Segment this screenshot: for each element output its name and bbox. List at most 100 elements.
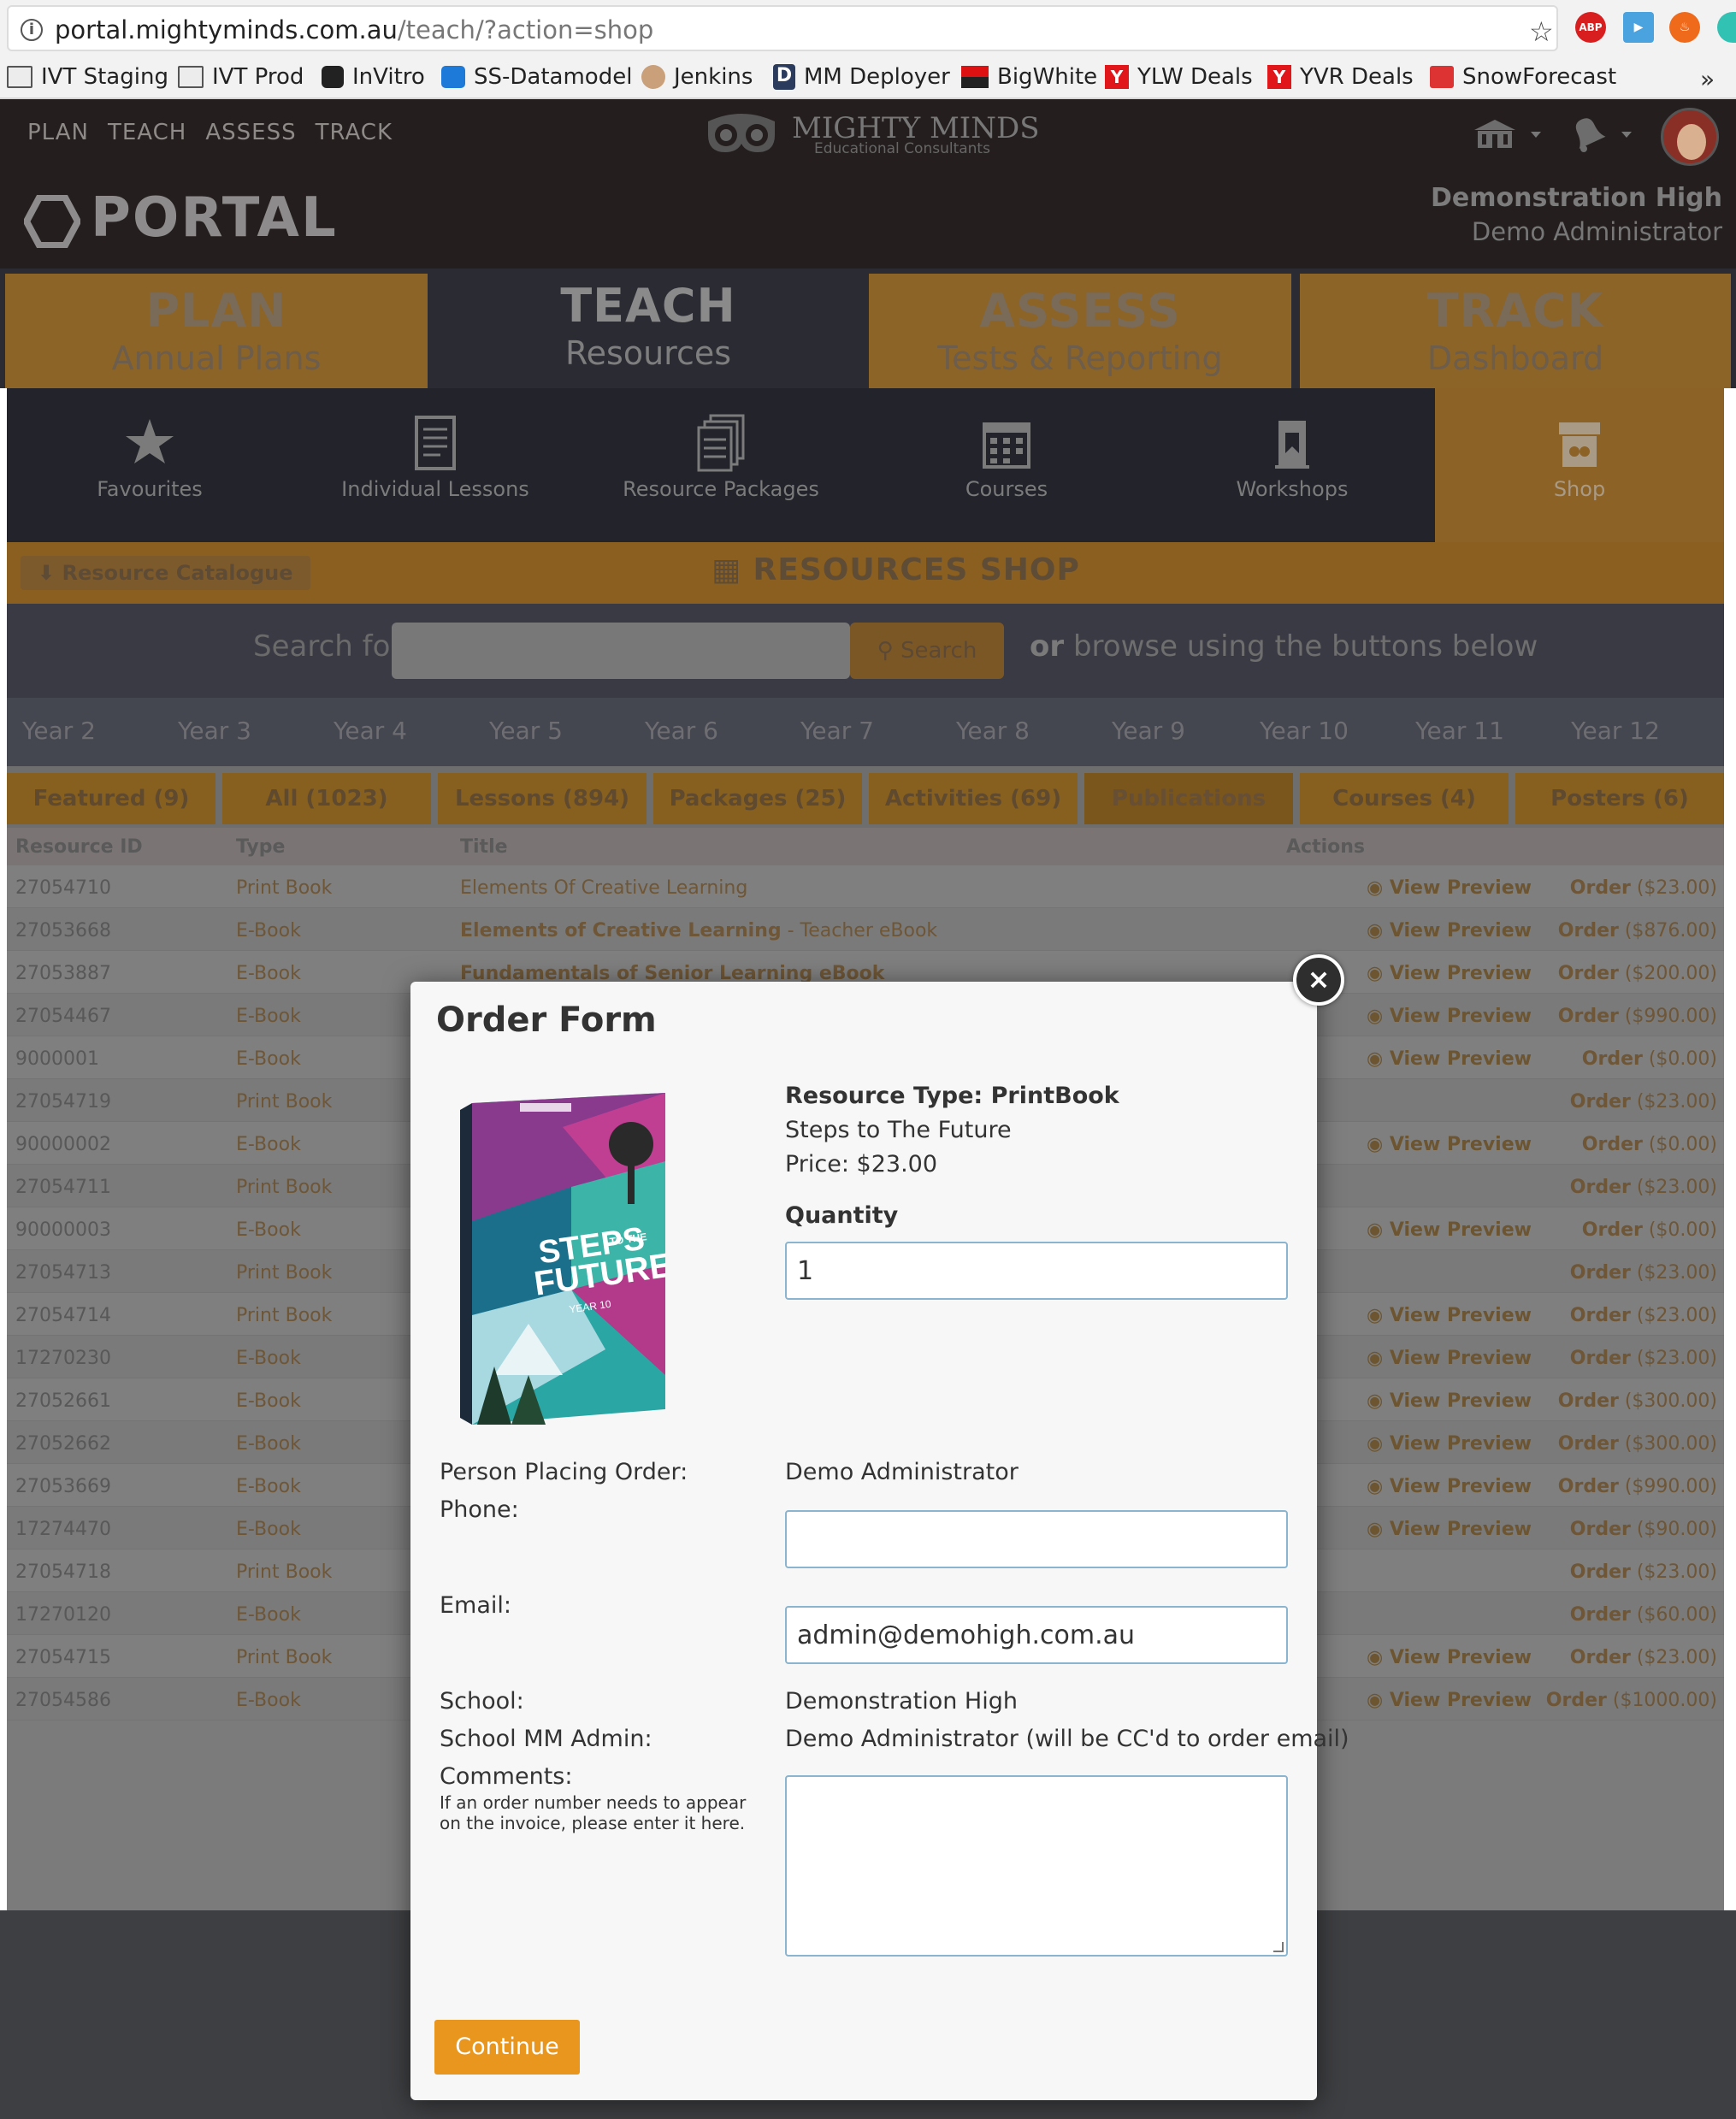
view-preview-link[interactable]: ◉ View Preview [1367,1006,1532,1027]
resize-handle-icon[interactable] [1273,1942,1284,1952]
bookmarks-overflow-button[interactable]: » [1700,65,1715,93]
school-icon[interactable] [1471,116,1519,151]
order-link[interactable]: Order ($300.00) [1558,1390,1717,1412]
year-3-button[interactable]: Year 3 [137,717,292,745]
email-input[interactable] [785,1606,1288,1664]
order-link[interactable]: Order ($23.00) [1570,1091,1717,1113]
view-preview-link[interactable]: ◉ View Preview [1367,1519,1532,1540]
bookmark-jenkins[interactable]: Jenkins [641,62,753,92]
bookmark-mm-deployer[interactable]: D MM Deployer [773,62,950,92]
order-link[interactable]: Order ($90.00) [1570,1519,1717,1540]
adblock-icon[interactable]: ABP [1575,12,1606,43]
bookmark-invitro[interactable]: InVitro [322,62,425,92]
continue-button[interactable]: Continue [434,2020,580,2075]
bookmark-ivt-staging[interactable]: IVT Staging [7,62,168,92]
year-4-button[interactable]: Year 4 [292,717,448,745]
order-link[interactable]: Order ($300.00) [1558,1433,1717,1455]
resource-title-link[interactable]: Elements Of Creative Learning [460,877,747,899]
comments-textarea[interactable] [785,1775,1288,1957]
bookmark-snowforecast[interactable]: SnowForecast [1430,62,1616,92]
url-text[interactable]: portal.mightyminds.com.au/teach/?action=… [55,15,653,44]
bookmark-star-icon[interactable]: ☆ [1529,15,1554,48]
view-preview-link[interactable]: ◉ View Preview [1367,963,1532,984]
view-preview-link[interactable]: ◉ View Preview [1367,1048,1532,1070]
search-button[interactable]: ⚲ Search [850,623,1004,679]
order-link[interactable]: Order ($23.00) [1570,1561,1717,1583]
extension-icon[interactable] [1717,12,1736,43]
view-preview-link[interactable]: ◉ View Preview [1367,1134,1532,1155]
order-link[interactable]: Order ($990.00) [1558,1006,1717,1027]
subnav-resource-packages[interactable]: Resource Packages [578,388,864,542]
address-bar[interactable]: i portal.mightyminds.com.au/teach/?actio… [7,5,1558,51]
tab-assess[interactable]: ASSESS Tests & Reporting [869,269,1291,388]
view-preview-link[interactable]: ◉ View Preview [1367,1390,1532,1412]
year-11-button[interactable]: Year 11 [1382,717,1538,745]
order-link[interactable]: Order ($0.00) [1582,1134,1717,1155]
year-6-button[interactable]: Year 6 [604,717,759,745]
tab-teach[interactable]: TEACH Resources [436,269,860,388]
view-preview-link[interactable]: ◉ View Preview [1367,920,1532,941]
filter-activities[interactable]: Activities (69) [869,773,1078,824]
order-link[interactable]: Order ($200.00) [1558,963,1717,984]
topnav-track[interactable]: TRACK [316,120,393,145]
tab-plan[interactable]: PLAN Annual Plans [5,269,428,388]
view-preview-link[interactable]: ◉ View Preview [1367,1305,1532,1326]
year-12-button[interactable]: Year 12 [1538,717,1693,745]
year-10-button[interactable]: Year 10 [1226,717,1382,745]
tab-track[interactable]: TRACK Dashboard [1300,269,1731,388]
view-preview-link[interactable]: ◉ View Preview [1367,1690,1532,1711]
view-preview-link[interactable]: ◉ View Preview [1367,1219,1532,1241]
view-preview-link[interactable]: ◉ View Preview [1367,1647,1532,1668]
view-preview-link[interactable]: ◉ View Preview [1367,1348,1532,1369]
year-5-button[interactable]: Year 5 [448,717,604,745]
phone-input[interactable] [785,1510,1288,1568]
topnav-assess[interactable]: ASSESS [205,120,296,145]
avatar[interactable] [1661,108,1719,166]
filter-courses[interactable]: Courses (4) [1300,773,1509,824]
order-link[interactable]: Order ($23.00) [1570,1262,1717,1284]
filter-publications[interactable]: Publications (20) [1084,773,1293,863]
bell-icon[interactable] [1565,115,1611,152]
order-link[interactable]: Order ($23.00) [1570,1177,1717,1198]
order-link[interactable]: Order ($23.00) [1570,877,1717,899]
order-link[interactable]: Order ($1000.00) [1546,1690,1717,1711]
view-preview-link[interactable]: ◉ View Preview [1367,1433,1532,1455]
view-preview-link[interactable]: ◉ View Preview [1367,1476,1532,1497]
chevron-down-icon[interactable] [1531,132,1541,138]
order-link[interactable]: Order ($876.00) [1558,920,1717,941]
chevron-down-icon[interactable] [1621,132,1632,138]
filter-featured[interactable]: Featured (9) [7,773,216,824]
cast-extension-icon[interactable]: ▶ [1623,12,1654,43]
year-9-button[interactable]: Year 9 [1071,717,1226,745]
order-link[interactable]: Order ($0.00) [1582,1219,1717,1241]
bookmark-ylw-deals[interactable]: Y YLW Deals [1105,62,1253,92]
order-link[interactable]: Order ($0.00) [1582,1048,1717,1070]
subnav-individual-lessons[interactable]: Individual Lessons [292,388,578,542]
order-link[interactable]: Order ($23.00) [1570,1305,1717,1326]
bookmark-ivt-prod[interactable]: IVT Prod [178,62,304,92]
bookmark-yvr-deals[interactable]: Y YVR Deals [1267,62,1414,92]
info-icon[interactable]: i [21,19,43,41]
subnav-shop[interactable]: Shop [1435,388,1724,542]
bookmark-ss-datamodel[interactable]: SS-Datamodel [441,62,632,92]
bookmark-bigwhite[interactable]: BigWhite [961,62,1097,92]
subnav-courses[interactable]: Courses [864,388,1149,542]
resource-catalogue-button[interactable]: ⬇ Resource Catalogue [21,556,310,590]
quantity-input[interactable] [785,1242,1288,1300]
subnav-favourites[interactable]: Favourites [7,388,292,542]
order-link[interactable]: Order ($990.00) [1558,1476,1717,1497]
close-icon[interactable]: × [1293,954,1344,1006]
year-7-button[interactable]: Year 7 [759,717,915,745]
filter-posters[interactable]: Posters (6) [1515,773,1724,824]
topnav-teach[interactable]: TEACH [108,120,186,145]
order-link[interactable]: Order ($23.00) [1570,1348,1717,1369]
filter-lessons[interactable]: Lessons (894) [438,773,647,824]
resource-title-link[interactable]: Elements of Creative Learning - Teacher … [460,920,937,941]
topnav-plan[interactable]: PLAN [27,120,89,145]
view-preview-link[interactable]: ◉ View Preview [1367,877,1532,899]
year-8-button[interactable]: Year 8 [915,717,1071,745]
search-input[interactable] [392,623,850,679]
filter-all[interactable]: All (1023) [222,773,431,824]
fire-extension-icon[interactable]: ♨ [1669,12,1700,43]
order-link[interactable]: Order ($60.00) [1570,1604,1717,1626]
